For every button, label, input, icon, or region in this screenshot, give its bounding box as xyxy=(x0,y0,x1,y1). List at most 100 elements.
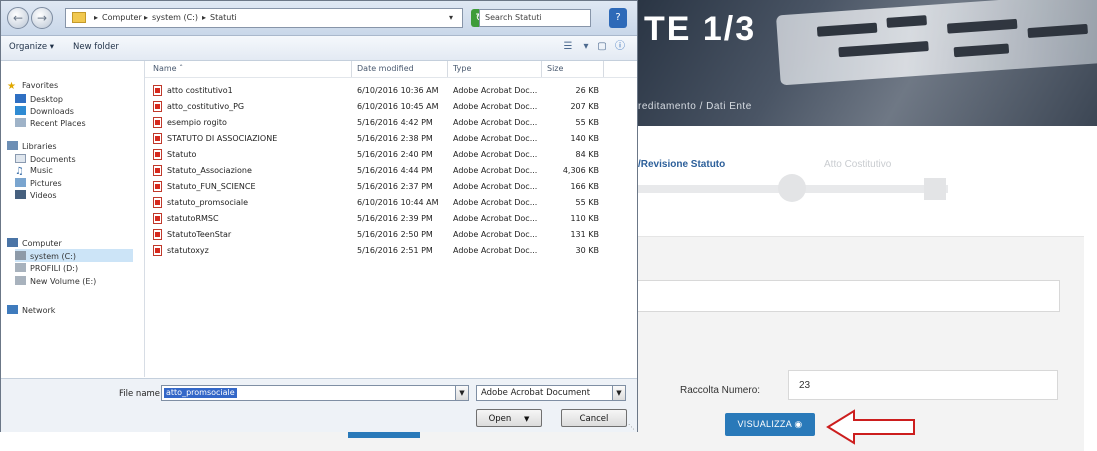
form-input[interactable] xyxy=(620,280,1060,312)
column-header-row: Name ˆ Date modified Type Size xyxy=(145,61,637,78)
keyboard-key xyxy=(946,18,1018,34)
nav-libraries[interactable]: Libraries xyxy=(7,141,57,151)
file-row[interactable]: atto_costitutivo_PG 6/10/2016 10:45 AM A… xyxy=(145,99,637,115)
file-size: 207 KB xyxy=(570,102,599,111)
file-type: Adobe Acrobat Doc... xyxy=(453,102,538,111)
path-arrow-icon[interactable]: ▸ xyxy=(202,13,206,22)
nav-desktop[interactable]: Desktop xyxy=(15,94,63,104)
column-divider[interactable] xyxy=(541,61,542,77)
path-segment-computer[interactable]: Computer xyxy=(102,13,142,22)
arrow-shape xyxy=(826,409,915,445)
open-button[interactable]: Open ▼ xyxy=(476,409,542,427)
file-type: Adobe Acrobat Doc... xyxy=(453,134,538,143)
view-dropdown-icon[interactable]: ▾ xyxy=(579,40,593,54)
search-input[interactable]: Search Statuti xyxy=(479,9,591,27)
preview-pane-icon[interactable]: ▢ xyxy=(595,40,609,54)
path-arrow-icon[interactable]: ▸ xyxy=(144,13,148,22)
column-header-name[interactable]: Name ˆ xyxy=(153,64,183,73)
laptop-image xyxy=(775,0,1097,86)
wizard-steps: /Revisione Statuto Atto Costitutivo xyxy=(638,126,1097,221)
resize-grip-icon[interactable]: ⋱ xyxy=(628,423,635,431)
file-row[interactable]: statuto_promsociale 6/10/2016 10:44 AM A… xyxy=(145,195,637,211)
nav-pictures[interactable]: Pictures xyxy=(15,178,62,188)
file-row[interactable]: Statuto_FUN_SCIENCE 5/16/2016 2:37 PM Ad… xyxy=(145,179,637,195)
file-size: 140 KB xyxy=(570,134,599,143)
file-row[interactable]: esempio rogito 5/16/2016 4:42 PM Adobe A… xyxy=(145,115,637,131)
nav-system-c[interactable]: system (C:) xyxy=(15,251,76,261)
raccolta-numero-field[interactable]: 23 xyxy=(788,370,1058,400)
raccolta-numero-label: Raccolta Numero: xyxy=(680,385,761,396)
desktop-icon xyxy=(15,94,26,103)
documents-icon xyxy=(15,154,26,163)
path-arrow-icon[interactable]: ▸ xyxy=(94,13,98,22)
navigation-pane: ★ Favorites Desktop Downloads Recent Plac… xyxy=(1,61,145,377)
nav-network[interactable]: Network xyxy=(7,305,55,315)
help-icon[interactable]: ? xyxy=(609,8,627,28)
file-name: STATUTO DI ASSOCIAZIONE xyxy=(167,134,278,143)
file-name: statutoRMSC xyxy=(167,214,219,223)
library-icon xyxy=(7,141,18,150)
forward-icon[interactable]: → xyxy=(31,7,53,29)
nav-new-volume-e[interactable]: New Volume (E:) xyxy=(15,276,96,286)
nav-videos[interactable]: Videos xyxy=(15,190,57,200)
help-icon[interactable]: ⓘ xyxy=(613,40,627,54)
file-row[interactable]: statutoxyz 5/16/2016 2:51 PM Adobe Acrob… xyxy=(145,243,637,259)
file-row[interactable]: Statuto 5/16/2016 2:40 PM Adobe Acrobat … xyxy=(145,147,637,163)
music-icon: ♫ xyxy=(15,166,24,177)
filename-label: File name: xyxy=(119,389,163,399)
pdf-file-icon xyxy=(153,245,162,256)
nav-profili-d[interactable]: PROFILI (D:) xyxy=(15,263,78,273)
step-atto-costitutivo[interactable]: Atto Costitutivo xyxy=(824,159,891,170)
nav-label: Downloads xyxy=(30,107,74,116)
file-row[interactable]: atto costitutivo1 6/10/2016 10:36 AM Ado… xyxy=(145,83,637,99)
nav-downloads[interactable]: Downloads xyxy=(15,106,74,116)
back-icon[interactable]: ← xyxy=(7,7,29,29)
column-divider[interactable] xyxy=(603,61,604,77)
dialog-footer: File name: atto_promsociale ▼ Adobe Acro… xyxy=(1,378,637,432)
file-name: StatutoTeenStar xyxy=(167,230,232,239)
file-name: atto_costitutivo_PG xyxy=(167,102,245,111)
nav-favorites[interactable]: ★ Favorites xyxy=(7,81,58,92)
file-row[interactable]: statutoRMSC 5/16/2016 2:39 PM Adobe Acro… xyxy=(145,211,637,227)
star-icon: ★ xyxy=(7,81,16,92)
filetype-select[interactable]: Adobe Acrobat Document xyxy=(476,385,626,401)
column-divider[interactable] xyxy=(447,61,448,77)
column-header-size[interactable]: Size xyxy=(547,64,563,73)
blue-button-edge[interactable] xyxy=(348,432,420,438)
file-name: Statuto_FUN_SCIENCE xyxy=(167,182,256,191)
breadcrumb-path[interactable]: ▸ Computer ▸ system (C:) ▸ Statuti ▾ xyxy=(65,8,463,28)
keyboard-key xyxy=(1027,23,1088,39)
path-segment-statuti[interactable]: Statuti xyxy=(210,13,237,22)
dropdown-arrow-icon[interactable]: ▾ xyxy=(449,13,453,22)
file-size: 30 KB xyxy=(575,246,599,255)
step-marker xyxy=(924,178,946,200)
file-size: 166 KB xyxy=(570,182,599,191)
nav-recent-places[interactable]: Recent Places xyxy=(15,118,86,128)
organize-button[interactable]: Organize ▾ xyxy=(9,42,54,52)
pdf-file-icon xyxy=(153,213,162,224)
nav-documents[interactable]: Documents xyxy=(15,154,76,164)
filename-dropdown-icon[interactable]: ▼ xyxy=(455,385,469,401)
new-folder-button[interactable]: New folder xyxy=(73,42,119,52)
pdf-file-icon xyxy=(153,165,162,176)
nav-computer[interactable]: Computer xyxy=(7,238,62,248)
nav-label: Network xyxy=(22,306,56,315)
view-options-icon[interactable]: ☰ xyxy=(561,40,575,54)
step-revisione-statuto[interactable]: /Revisione Statuto xyxy=(638,159,725,170)
column-header-type[interactable]: Type xyxy=(453,64,471,73)
column-divider[interactable] xyxy=(351,61,352,77)
filename-input[interactable]: atto_promsociale xyxy=(161,385,469,401)
file-size: 26 KB xyxy=(575,86,599,95)
cancel-button[interactable]: Cancel xyxy=(561,409,627,427)
breadcrumb: reditamento / Dati Ente xyxy=(638,101,752,112)
column-header-date[interactable]: Date modified xyxy=(357,64,414,73)
nav-music[interactable]: ♫ Music xyxy=(15,166,53,177)
file-row[interactable]: StatutoTeenStar 5/16/2016 2:50 PM Adobe … xyxy=(145,227,637,243)
file-row[interactable]: Statuto_Associazione 5/16/2016 4:44 PM A… xyxy=(145,163,637,179)
open-dropdown-icon[interactable]: ▼ xyxy=(524,415,529,423)
filetype-dropdown-icon[interactable]: ▼ xyxy=(612,385,626,401)
file-row[interactable]: STATUTO DI ASSOCIAZIONE 5/16/2016 2:38 P… xyxy=(145,131,637,147)
visualizza-button[interactable]: VISUALIZZA ◉ xyxy=(725,413,815,436)
red-arrow-annotation xyxy=(826,409,915,445)
path-segment-system[interactable]: system (C:) xyxy=(152,13,198,22)
